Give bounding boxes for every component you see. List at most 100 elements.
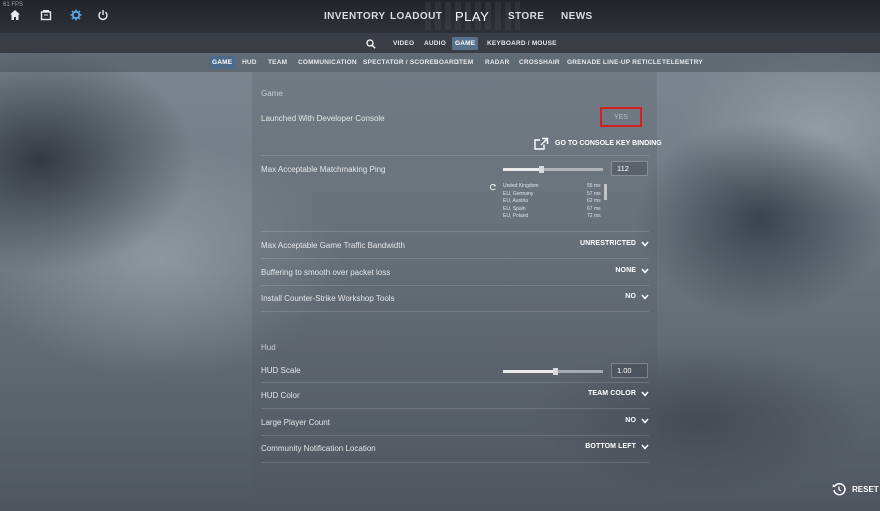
slider-knob[interactable] [539, 166, 544, 173]
slider-fill [503, 370, 555, 373]
divider [261, 231, 649, 232]
max-ping-value[interactable]: 112 [611, 161, 648, 176]
chevron-down-icon [641, 268, 649, 274]
dropdown-value: NO [625, 293, 636, 300]
top-bar: 61 FPS INVENTORY LOADOUT PLAY STORE NEWS [0, 0, 880, 33]
nav-loadout[interactable]: LOADOUT [390, 0, 442, 33]
ping-region-list: United Kingdom 55 ms EU, Germany 57 ms EU, A… [503, 183, 607, 221]
settings-gear-icon[interactable] [69, 8, 83, 22]
tab-radar[interactable]: RADAR [485, 56, 509, 69]
setting-label: Launched With Developer Console [261, 114, 385, 123]
settings-nav-game[interactable]: GAME [452, 37, 479, 50]
tab-game[interactable]: GAME [209, 56, 236, 69]
ping-region-name: United Kingdom [503, 183, 539, 189]
ping-region-ms: 67 ms [587, 205, 601, 212]
divider [261, 258, 649, 259]
hud-scale-slider[interactable] [503, 368, 603, 375]
console-key-binding-label: GO TO CONSOLE KEY BINDING [555, 140, 662, 147]
ping-region-row[interactable]: EU, Austria 62 ms [503, 198, 607, 206]
setting-label: HUD Scale [261, 366, 301, 375]
setting-label: Install Counter-Strike Workshop Tools [261, 294, 395, 303]
chevron-down-icon [641, 294, 649, 300]
settings-nav-audio[interactable]: AUDIO [424, 37, 446, 50]
developer-console-value-highlighted[interactable]: YES [600, 107, 642, 127]
ping-region-row[interactable]: EU, Germany 57 ms [503, 191, 607, 199]
dropdown-value: TEAM COLOR [587, 390, 636, 397]
chevron-down-icon [641, 241, 649, 247]
settings-nav-video[interactable]: VIDEO [393, 37, 414, 50]
search-icon[interactable] [366, 37, 376, 50]
nav-store[interactable]: STORE [508, 0, 544, 33]
ping-region-name: EU, Poland [503, 213, 529, 220]
ping-region-name: EU, Germany [503, 190, 534, 197]
tab-hud[interactable]: HUD [242, 56, 257, 69]
refresh-icon[interactable] [489, 183, 497, 191]
tab-team[interactable]: TEAM [268, 56, 287, 69]
setting-row-bandwidth: Max Acceptable Game Traffic Bandwidth UN… [261, 240, 649, 254]
ping-region-ms: 62 ms [587, 198, 601, 205]
setting-label: HUD Color [261, 391, 300, 400]
tab-grenade-lineup-reticle[interactable]: GRENADE LINE-UP RETICLE [567, 56, 661, 69]
nav-news[interactable]: NEWS [561, 0, 593, 33]
setting-row-hud-color: HUD Color TEAM COLOR [261, 390, 649, 404]
dropdown-value: UNRESTRICTED [579, 240, 636, 247]
divider [261, 155, 649, 156]
divider [261, 435, 649, 436]
power-icon[interactable] [96, 8, 110, 22]
setting-row-workshop-tools: Install Counter-Strike Workshop Tools NO [261, 293, 649, 307]
ping-region-ms: 55 ms [587, 183, 601, 189]
game-settings-tabs: GAME HUD TEAM COMMUNICATION SPECTATOR / … [0, 53, 880, 72]
console-key-binding-link[interactable]: GO TO CONSOLE KEY BINDING [534, 137, 662, 150]
ping-region-ms: 72 ms [587, 213, 601, 220]
ping-region-row[interactable]: EU, Spain 67 ms [503, 206, 607, 214]
divider [261, 462, 649, 463]
ping-region-name: EU, Spain [503, 205, 526, 212]
bandwidth-dropdown[interactable]: UNRESTRICTED [580, 240, 649, 247]
divider [261, 382, 649, 383]
ping-region-row[interactable]: United Kingdom 55 ms [503, 183, 607, 191]
tab-telemetry[interactable]: TELEMETRY [662, 56, 703, 69]
tab-crosshair[interactable]: CROSSHAIR [519, 56, 560, 69]
max-ping-slider[interactable] [503, 166, 603, 173]
reset-label: RESET [852, 484, 879, 494]
setting-label: Community Notification Location [261, 444, 376, 453]
divider [261, 408, 649, 409]
tab-item[interactable]: ITEM [457, 56, 473, 69]
ping-list-scrollbar[interactable] [604, 184, 607, 200]
reset-button[interactable]: RESET [832, 482, 879, 496]
ping-region-row[interactable]: EU, Poland 72 ms [503, 213, 607, 221]
setting-row-notification-location: Community Notification Location BOTTOM L… [261, 443, 649, 457]
notification-location-dropdown[interactable]: BOTTOM LEFT [585, 443, 649, 450]
setting-label: Max Acceptable Matchmaking Ping [261, 165, 386, 174]
tab-communication[interactable]: COMMUNICATION [298, 56, 357, 69]
slider-knob[interactable] [553, 368, 558, 375]
setting-row-large-player-count: Large Player Count NO [261, 417, 649, 431]
setting-row-max-ping: Max Acceptable Matchmaking Ping [261, 164, 649, 178]
section-title-game: Game [261, 89, 283, 98]
section-title-hud: Hud [261, 343, 276, 352]
hud-color-dropdown[interactable]: TEAM COLOR [588, 390, 649, 397]
nav-play[interactable]: PLAY [455, 0, 489, 33]
inventory-box-icon[interactable] [39, 8, 53, 22]
divider [261, 311, 649, 312]
reset-history-icon [832, 483, 846, 496]
dropdown-value: NO [625, 417, 636, 424]
hud-scale-value[interactable]: 1.00 [611, 363, 648, 378]
dropdown-value: BOTTOM LEFT [585, 443, 636, 450]
setting-row-developer-console: Launched With Developer Console [261, 113, 649, 127]
external-link-icon [534, 137, 549, 150]
divider [261, 285, 649, 286]
nav-inventory[interactable]: INVENTORY [324, 0, 385, 33]
ping-region-name: EU, Austria [503, 198, 529, 205]
setting-label: Large Player Count [261, 418, 330, 427]
large-player-count-dropdown[interactable]: NO [625, 417, 649, 424]
settings-nav-keyboard-mouse[interactable]: KEYBOARD / MOUSE [487, 37, 557, 50]
buffering-dropdown[interactable]: NONE [615, 267, 649, 274]
chevron-down-icon [641, 444, 649, 450]
dropdown-value: NONE [615, 267, 636, 274]
workshop-tools-dropdown[interactable]: NO [625, 293, 649, 300]
developer-console-value: YES [613, 113, 628, 121]
tab-spectator-scoreboard[interactable]: SPECTATOR / SCOREBOARD [363, 56, 459, 69]
slider-fill [503, 168, 541, 171]
home-icon[interactable] [8, 8, 22, 22]
